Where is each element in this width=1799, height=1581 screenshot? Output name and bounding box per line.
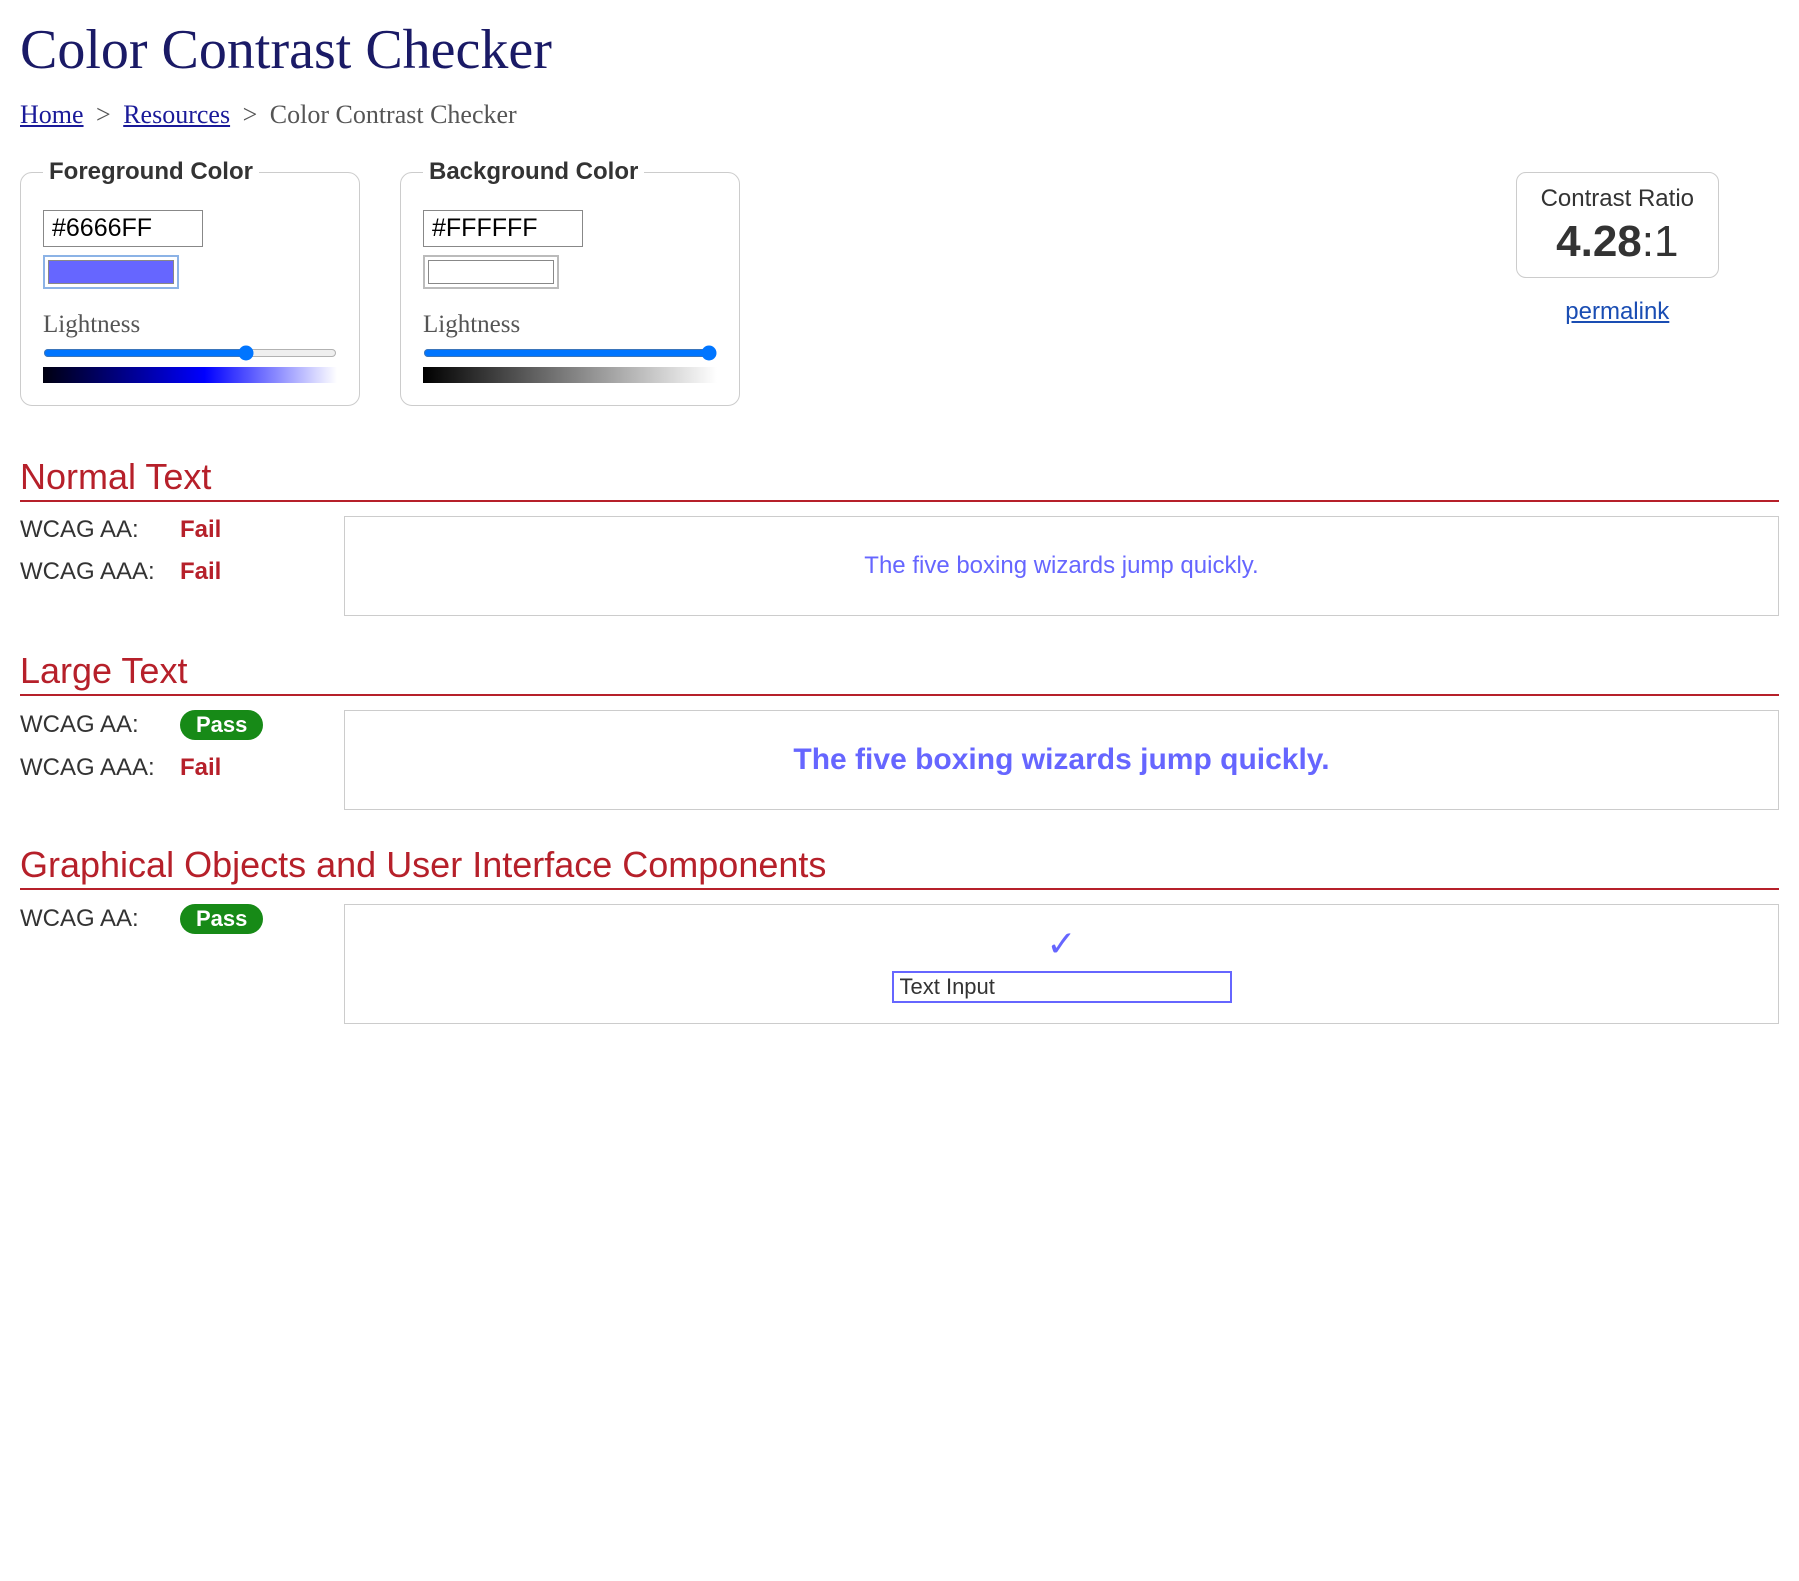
ui-preview-box: ✓	[344, 904, 1779, 1024]
foreground-legend: Foreground Color	[43, 158, 259, 186]
foreground-swatch-button[interactable]	[43, 255, 179, 289]
normal-aa-result: Fail	[180, 516, 221, 544]
ui-components-section: Graphical Objects and User Interface Com…	[20, 844, 1779, 1024]
large-aaa-result: Fail	[180, 754, 221, 782]
breadcrumb-sep: >	[243, 100, 258, 129]
large-preview-box	[344, 710, 1779, 810]
background-swatch	[428, 260, 554, 284]
breadcrumb-home[interactable]: Home	[20, 100, 84, 129]
foreground-gradient-strip	[43, 367, 337, 383]
normal-results: WCAG AA: Fail WCAG AAA: Fail	[20, 516, 320, 600]
foreground-swatch	[48, 260, 174, 284]
normal-aa-label: WCAG AA:	[20, 516, 180, 544]
page-title: Color Contrast Checker	[20, 18, 1779, 82]
normal-sample-input[interactable]	[365, 552, 1758, 580]
ui-sample-input[interactable]	[892, 971, 1232, 1003]
background-hex-input[interactable]	[423, 210, 583, 247]
background-swatch-button[interactable]	[423, 255, 559, 289]
ratio-panel: Contrast Ratio 4.28:1 permalink	[1516, 172, 1719, 326]
background-lightness-label: Lightness	[423, 311, 717, 339]
ratio-value: 4.28:1	[1541, 217, 1694, 267]
foreground-lightness-label: Lightness	[43, 311, 337, 339]
large-sample-input[interactable]	[365, 743, 1758, 777]
normal-text-section: Normal Text WCAG AA: Fail WCAG AAA: Fail	[20, 456, 1779, 616]
ratio-suffix: :1	[1642, 217, 1679, 266]
normal-text-heading: Normal Text	[20, 456, 1779, 502]
foreground-lightness-slider[interactable]	[43, 345, 337, 361]
foreground-hex-input[interactable]	[43, 210, 203, 247]
breadcrumb-sep: >	[96, 100, 111, 129]
normal-aaa-result: Fail	[180, 558, 221, 586]
ui-aa-result: Pass	[180, 904, 263, 934]
breadcrumb: Home > Resources > Color Contrast Checke…	[20, 100, 1779, 130]
background-fieldset: Background Color Lightness	[400, 158, 740, 406]
large-results: WCAG AA: Pass WCAG AAA: Fail	[20, 710, 320, 796]
ratio-number: 4.28	[1556, 217, 1642, 266]
ui-results: WCAG AA: Pass	[20, 904, 320, 948]
large-aa-result: Pass	[180, 710, 263, 740]
foreground-fieldset: Foreground Color Lightness	[20, 158, 360, 406]
ui-aa-label: WCAG AA:	[20, 905, 180, 933]
large-aa-label: WCAG AA:	[20, 711, 180, 739]
background-lightness-slider[interactable]	[423, 345, 717, 361]
normal-aaa-label: WCAG AAA:	[20, 558, 180, 586]
background-gradient-strip	[423, 367, 717, 383]
large-aaa-label: WCAG AAA:	[20, 754, 180, 782]
breadcrumb-current: Color Contrast Checker	[270, 100, 517, 129]
ratio-label: Contrast Ratio	[1541, 185, 1694, 213]
breadcrumb-resources[interactable]: Resources	[123, 100, 230, 129]
ui-components-heading: Graphical Objects and User Interface Com…	[20, 844, 1779, 890]
normal-preview-box	[344, 516, 1779, 616]
large-text-section: Large Text WCAG AA: Pass WCAG AAA: Fail	[20, 650, 1779, 810]
large-text-heading: Large Text	[20, 650, 1779, 696]
permalink-link[interactable]: permalink	[1565, 298, 1669, 325]
ratio-box: Contrast Ratio 4.28:1	[1516, 172, 1719, 278]
checkmark-icon: ✓	[1046, 925, 1076, 961]
background-legend: Background Color	[423, 158, 644, 186]
